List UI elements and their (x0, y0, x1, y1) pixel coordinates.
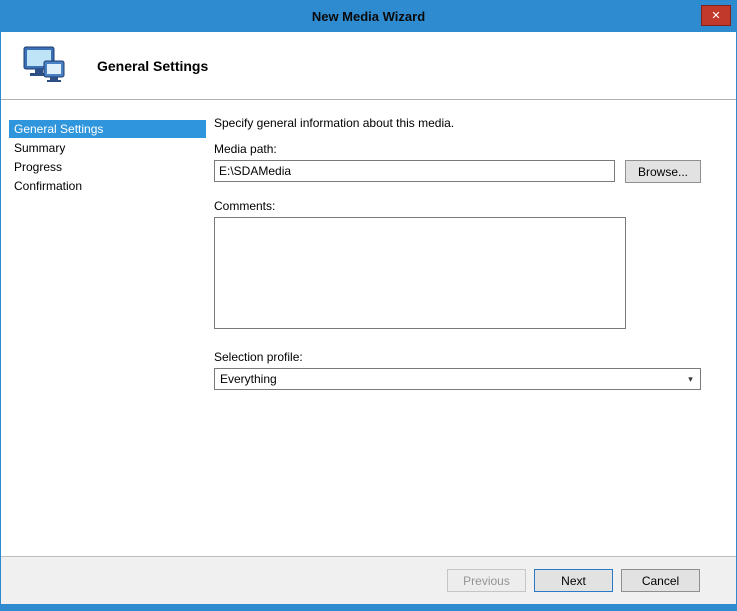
comments-textarea[interactable] (214, 217, 626, 329)
browse-button[interactable]: Browse... (625, 160, 701, 183)
selection-profile-value: Everything (220, 372, 277, 386)
titlebar: New Media Wizard ✕ (1, 1, 736, 32)
close-icon: ✕ (711, 10, 720, 22)
sidebar-item-confirmation[interactable]: Confirmation (9, 177, 206, 195)
media-path-input[interactable] (214, 160, 615, 182)
window-title: New Media Wizard (312, 9, 425, 24)
page-title: General Settings (97, 58, 208, 74)
wizard-body: General Settings Summary Progress Confir… (1, 100, 736, 556)
sidebar-item-general-settings[interactable]: General Settings (9, 120, 206, 138)
new-media-wizard-window: New Media Wizard ✕ General Settings Gene… (0, 0, 737, 611)
cancel-button[interactable]: Cancel (621, 569, 700, 592)
wizard-steps-sidebar: General Settings Summary Progress Confir… (1, 100, 214, 556)
comments-label: Comments: (214, 199, 701, 213)
selection-profile-select[interactable]: Everything ▾ (214, 368, 701, 390)
close-button[interactable]: ✕ (701, 5, 731, 26)
description-text: Specify general information about this m… (214, 116, 701, 130)
computer-icon (21, 44, 69, 88)
wizard-content: Specify general information about this m… (214, 100, 737, 556)
sidebar-item-progress[interactable]: Progress (9, 158, 206, 176)
media-path-label: Media path: (214, 142, 701, 156)
selection-profile-label: Selection profile: (214, 350, 701, 364)
next-button[interactable]: Next (534, 569, 613, 592)
wizard-header: General Settings (1, 32, 736, 100)
previous-button[interactable]: Previous (447, 569, 526, 592)
chevron-down-icon: ▾ (682, 370, 699, 388)
wizard-footer: Previous Next Cancel (1, 556, 736, 604)
sidebar-item-summary[interactable]: Summary (9, 139, 206, 157)
